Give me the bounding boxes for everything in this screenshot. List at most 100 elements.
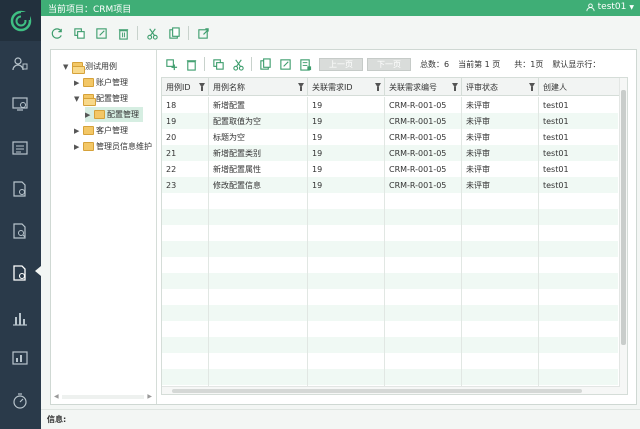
grid-vertical-scrollbar[interactable] <box>619 78 627 394</box>
table-row[interactable]: 18 新增配置 19 CRM-R-001-05 未评审 test01 <box>162 97 618 113</box>
filter-icon[interactable] <box>452 83 458 91</box>
project-title: 当前项目：CRM项目 <box>48 5 132 15</box>
paste-case-button[interactable] <box>255 55 275 73</box>
cell-case-id: 21 <box>166 148 177 158</box>
cell-req-id: 19 <box>312 132 323 142</box>
main-toolbar <box>41 22 640 44</box>
table-row[interactable]: 19 配置取值为空 19 CRM-R-001-05 未评审 test01 <box>162 113 618 129</box>
report-icon[interactable] <box>8 136 32 160</box>
cell-case-name: 修改配置信息 <box>213 180 261 190</box>
column-header-creator[interactable]: 创建人 <box>539 78 619 96</box>
copy-node-icon <box>73 27 85 39</box>
edit-icon <box>279 58 291 70</box>
column-header-review-status[interactable]: 评审状态 <box>462 78 539 96</box>
filter-icon[interactable] <box>298 83 304 91</box>
user-icon <box>586 2 595 11</box>
collapse-caret-icon[interactable]: ▶ <box>85 111 92 119</box>
column-header-req-no[interactable]: 关联需求编号 <box>385 78 462 96</box>
paste-icon <box>259 57 271 70</box>
document-search-icon[interactable] <box>8 219 32 243</box>
delete-button[interactable] <box>112 23 134 43</box>
collapse-caret-icon[interactable]: ▶ <box>74 127 81 135</box>
cell-creator: test01 <box>543 132 569 142</box>
grid-horizontal-scrollbar[interactable] <box>162 386 620 394</box>
expand-caret-icon[interactable]: ▼ <box>63 63 70 71</box>
test-case-grid: 用例ID 用例名称 关联需求ID 关联需求编号 评审状态 创建人 18 新增配置… <box>161 77 628 395</box>
next-page-button[interactable]: 下一页 <box>367 57 411 71</box>
user-settings-icon[interactable] <box>8 52 32 76</box>
monitor-icon[interactable] <box>8 92 32 116</box>
cell-case-name: 新增配置 <box>213 100 245 110</box>
delete-icon <box>118 28 128 40</box>
table-row[interactable]: 22 新增配置属性 19 CRM-R-001-05 未评审 test01 <box>162 161 618 177</box>
bar-chart-icon[interactable] <box>8 306 32 330</box>
collapse-caret-icon[interactable]: ▶ <box>74 143 81 151</box>
tree-node-root[interactable]: ▼ 测试用例 <box>63 59 117 74</box>
user-menu[interactable]: test01 ▼ <box>586 2 634 12</box>
column-header-label: 用例名称 <box>213 82 245 92</box>
edit-case-button[interactable] <box>275 55 295 73</box>
header-bar: 当前项目：CRM项目 test01 ▼ <box>41 0 640 16</box>
copy-node-button[interactable] <box>68 23 90 43</box>
refresh-button[interactable] <box>46 23 68 43</box>
grid-header: 用例ID 用例名称 关联需求ID 关联需求编号 评审状态 创建人 <box>162 78 627 96</box>
user-name: test01 <box>597 2 627 12</box>
table-row[interactable]: 21 新增配置类别 19 CRM-R-001-05 未评审 test01 <box>162 145 618 161</box>
test-case-icon[interactable] <box>8 261 32 285</box>
tree-node-config[interactable]: ▼ 配置管理 <box>74 91 128 106</box>
column-header-label: 关联需求ID <box>312 82 353 92</box>
cell-creator: test01 <box>543 100 569 110</box>
tree-node-account[interactable]: ▶ 账户管理 <box>74 75 128 90</box>
add-case-button[interactable] <box>161 55 181 73</box>
document-settings-icon[interactable] <box>8 177 32 201</box>
table-row[interactable]: 23 修改配置信息 19 CRM-R-001-05 未评审 test01 <box>162 177 618 193</box>
paste-button[interactable] <box>163 23 185 43</box>
cut-case-button[interactable] <box>228 55 248 73</box>
scroll-left-icon[interactable]: ◀ <box>54 393 59 400</box>
scroll-right-icon[interactable]: ▶ <box>147 393 152 400</box>
cell-creator: test01 <box>543 180 569 190</box>
cell-req-no: CRM-R-001-05 <box>389 164 447 174</box>
tree-horizontal-scrollbar[interactable]: ◀ ▶ <box>54 393 152 400</box>
toolbar-divider <box>204 57 205 71</box>
tree-node-config-sub[interactable]: ▶ 配置管理 <box>85 107 143 122</box>
export-icon <box>197 27 209 39</box>
filter-icon[interactable] <box>529 83 535 91</box>
tree-node-customer[interactable]: ▶ 客户管理 <box>74 123 128 138</box>
cut-button[interactable] <box>141 23 163 43</box>
gauge-icon[interactable] <box>8 389 32 413</box>
table-row[interactable]: 20 标题为空 19 CRM-R-001-05 未评审 test01 <box>162 129 618 145</box>
sidebar <box>0 0 41 429</box>
folder-icon <box>83 78 94 87</box>
cell-req-no: CRM-R-001-05 <box>389 148 447 158</box>
caret-down-icon: ▼ <box>629 3 634 11</box>
cell-case-id: 19 <box>166 116 177 126</box>
scroll-track[interactable] <box>62 395 144 399</box>
export-button[interactable] <box>192 23 214 43</box>
scroll-thumb[interactable] <box>172 389 582 393</box>
delete-case-button[interactable] <box>181 55 201 73</box>
column-header-case-name[interactable]: 用例名称 <box>209 78 308 96</box>
cell-case-name: 标题为空 <box>213 132 245 142</box>
expand-caret-icon[interactable]: ▼ <box>74 95 81 103</box>
test-case-tree: ▼ 测试用例 ▶ 账户管理 ▼ 配置管理 ▶ 配置管理 ▶ 客户管理 ▶ 管理员… <box>51 50 157 404</box>
total-pages: 共：1页 <box>514 59 544 69</box>
cell-req-no: CRM-R-001-05 <box>389 132 447 142</box>
statistics-icon[interactable] <box>8 346 32 370</box>
copy-case-button[interactable] <box>208 55 228 73</box>
filter-icon[interactable] <box>199 83 205 91</box>
tree-node-admin[interactable]: ▶ 管理员信息维护 <box>74 139 156 154</box>
column-header-case-id[interactable]: 用例ID <box>162 78 209 96</box>
column-header-req-id[interactable]: 关联需求ID <box>308 78 385 96</box>
cell-case-name: 配置取值为空 <box>213 116 261 126</box>
import-case-button[interactable] <box>295 55 315 73</box>
delete-icon <box>186 59 196 71</box>
edit-button[interactable] <box>90 23 112 43</box>
tree-node-label: 客户管理 <box>96 126 128 135</box>
tree-node-label: 配置管理 <box>96 94 128 103</box>
prev-page-button[interactable]: 上一页 <box>319 57 363 71</box>
collapse-caret-icon[interactable]: ▶ <box>74 79 81 87</box>
scroll-thumb[interactable] <box>621 90 626 345</box>
filter-icon[interactable] <box>375 83 381 91</box>
total-count: 总数：6 <box>420 59 450 69</box>
